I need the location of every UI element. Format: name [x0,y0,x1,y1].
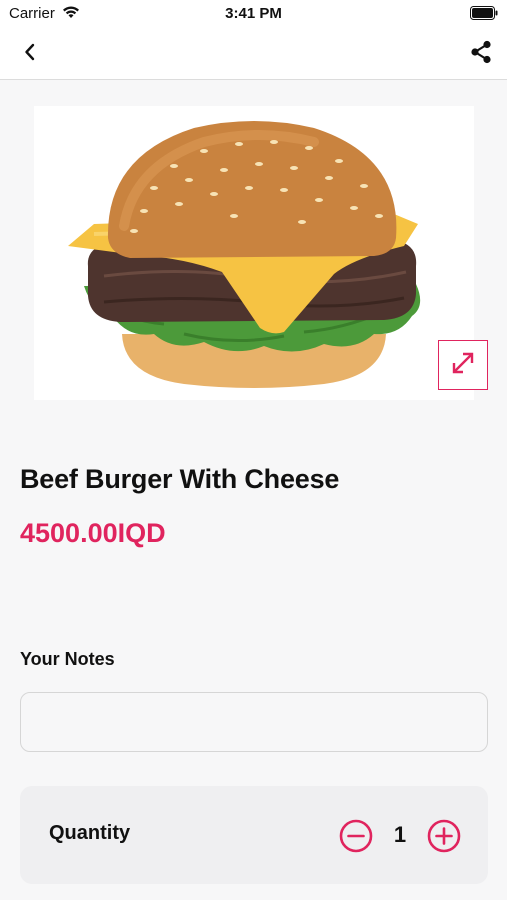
product-image [34,106,488,400]
product-title: Beef Burger With Cheese [20,464,340,494]
increase-quantity-button[interactable] [426,818,462,854]
top-bun [107,121,397,258]
navigation-bar [0,28,507,80]
quantity-value: 1 [393,822,407,847]
share-button[interactable] [465,38,497,70]
product-price: 4500.00IQD [20,518,166,548]
notes-label: Your Notes [20,649,115,669]
status-bar: Carrier 3:41 PM [0,0,507,28]
expand-image-button[interactable] [438,340,488,390]
expand-arrows-icon [450,350,476,381]
quantity-card: Quantity 1 [20,786,488,884]
notes-input[interactable] [20,692,488,752]
decrease-quantity-button[interactable] [338,818,374,854]
plus-circle-icon [426,819,462,858]
burger-illustration [68,121,421,388]
share-icon [468,39,494,70]
quantity-label: Quantity [49,822,131,844]
back-button[interactable] [14,40,46,68]
status-time: 3:41 PM [225,5,282,22]
chevron-left-icon [23,43,37,66]
minus-circle-icon [338,819,374,858]
battery-icon [470,6,498,24]
